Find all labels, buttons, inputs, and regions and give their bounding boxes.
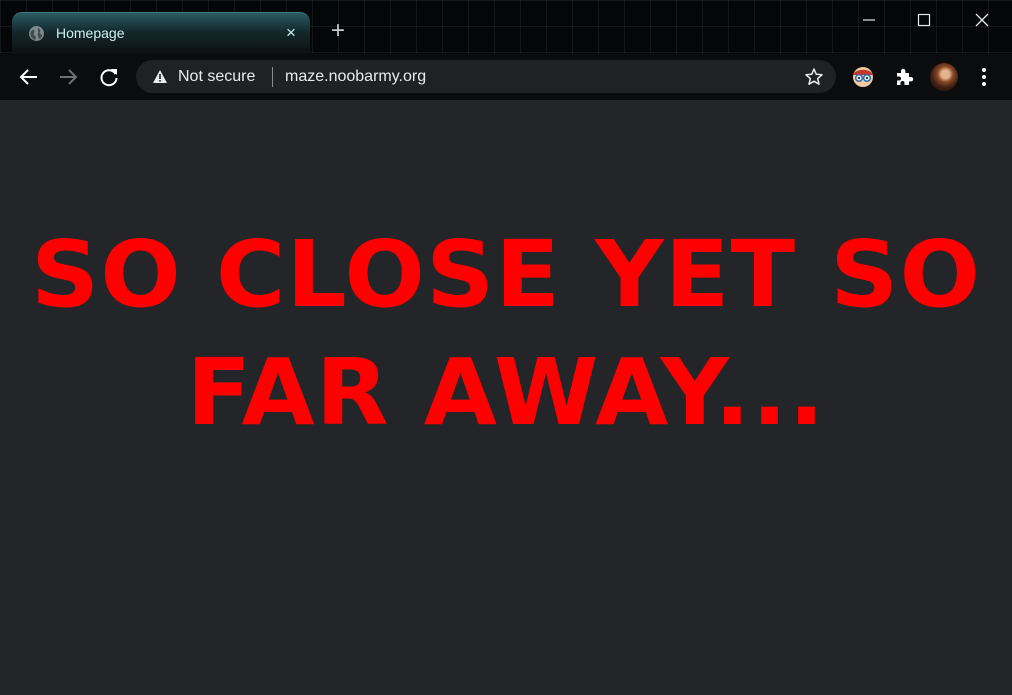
back-button[interactable] — [18, 66, 40, 88]
arrow-left-icon — [19, 69, 37, 85]
headline: SO CLOSE YET SO FAR AWAY... — [0, 216, 1012, 452]
minimize-button[interactable] — [854, 6, 884, 34]
extension-face-icon[interactable] — [852, 66, 874, 93]
page-viewport: SO CLOSE YET SO FAR AWAY... — [0, 100, 1012, 695]
new-tab-button[interactable]: + — [327, 19, 349, 43]
address-bar[interactable]: Not secure maze.noobarmy.org — [136, 60, 836, 93]
kebab-menu-icon[interactable] — [975, 66, 993, 88]
tab-title: Homepage — [56, 25, 125, 41]
globe-icon — [28, 25, 45, 42]
bookmark-star-icon[interactable] — [804, 67, 824, 92]
forward-button[interactable] — [57, 66, 79, 88]
url-text[interactable]: maze.noobarmy.org — [285, 68, 426, 86]
minimize-icon — [863, 19, 875, 21]
warning-icon[interactable] — [152, 69, 168, 89]
maximize-button[interactable] — [909, 6, 939, 34]
title-bar: Homepage × + — [0, 0, 1012, 54]
maximize-icon — [917, 13, 931, 27]
headline-line-1: SO CLOSE YET SO — [30, 221, 982, 328]
arrow-right-icon — [60, 69, 78, 85]
close-icon — [975, 13, 989, 27]
profile-avatar[interactable] — [930, 63, 958, 91]
headline-line-2: FAR AWAY... — [186, 339, 826, 446]
tab-close-icon[interactable]: × — [282, 24, 300, 42]
close-window-button[interactable] — [967, 6, 997, 34]
reload-button[interactable] — [98, 66, 120, 88]
security-status-label[interactable]: Not secure — [178, 68, 255, 86]
browser-toolbar: Not secure maze.noobarmy.org — [0, 54, 1012, 100]
puzzle-extensions-icon[interactable] — [893, 66, 915, 93]
active-tab[interactable]: Homepage × — [12, 12, 310, 54]
omnibox-divider — [272, 67, 273, 87]
reload-icon — [100, 69, 118, 87]
